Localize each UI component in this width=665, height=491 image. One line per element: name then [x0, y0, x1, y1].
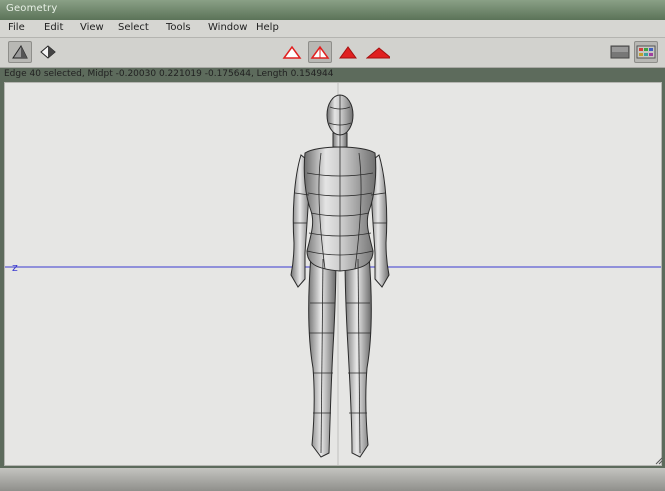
menu-view[interactable]: View [78, 22, 106, 33]
shaded-diamond-icon [40, 45, 56, 59]
flat-view-button[interactable] [36, 41, 60, 63]
z-axis-label: z [12, 261, 18, 274]
select-edge-button[interactable] [308, 41, 332, 63]
menu-bar: File Edit View Select Tools Window Help [0, 20, 665, 38]
viewport-canvas[interactable]: z [5, 83, 661, 465]
resize-grip-icon[interactable] [655, 457, 663, 465]
color-grid-button[interactable] [634, 41, 658, 63]
select-vertex-button[interactable] [280, 41, 304, 63]
title-bar[interactable]: Geometry [0, 0, 665, 20]
humanoid-mesh[interactable] [290, 94, 390, 458]
menu-edit[interactable]: Edit [42, 22, 65, 33]
toolbar [0, 38, 665, 68]
select-object-button[interactable] [366, 41, 390, 63]
menu-window[interactable]: Window [206, 22, 249, 33]
shaded-view-button[interactable] [8, 41, 32, 63]
menu-help[interactable]: Help [254, 22, 281, 33]
selection-status: Edge 40 selected, Midpt -0.20030 0.22101… [4, 69, 334, 79]
white-triangle-selected-icon [310, 45, 330, 59]
geometry-window: Geometry File Edit View Select Tools Win… [0, 0, 665, 491]
select-face-button[interactable] [336, 41, 360, 63]
red-triangle-icon [339, 46, 357, 59]
gray-panel-icon [610, 45, 630, 59]
window-title: Geometry [6, 3, 58, 14]
bottom-status-bar [0, 468, 665, 491]
color-grid-icon [636, 45, 656, 59]
shaded-triangle-icon [12, 45, 28, 59]
red-wide-triangle-icon [366, 47, 390, 59]
menu-select[interactable]: Select [116, 22, 151, 33]
white-triangle-icon [282, 45, 302, 59]
menu-tools[interactable]: Tools [164, 22, 193, 33]
panel-toggle-button[interactable] [608, 41, 632, 63]
menu-file[interactable]: File [6, 22, 27, 33]
3d-viewport[interactable]: z [4, 82, 662, 466]
